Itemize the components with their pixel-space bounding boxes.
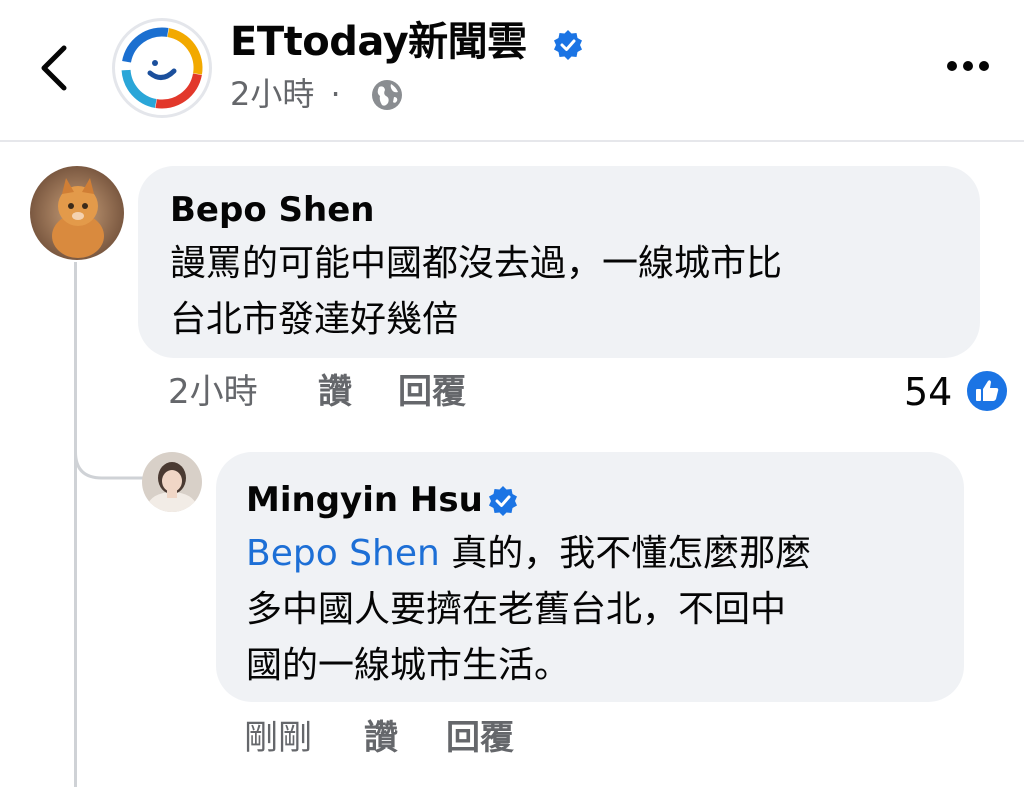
back-button[interactable]	[28, 36, 84, 100]
post-header: ETtoday新聞雲 2小時 ·	[0, 0, 1024, 142]
reply-line: 多中國人要擠在老舊台北，不回中	[246, 589, 787, 630]
like-action-button[interactable]: 讚	[364, 716, 398, 760]
reply-line: Bepo Shen 真的，我不懂怎麼那麼	[246, 526, 946, 582]
avatar-bepo-shen[interactable]	[30, 166, 124, 260]
person-avatar-image	[142, 452, 202, 512]
reply-time[interactable]: 剛剛	[244, 716, 312, 760]
reply-action-button[interactable]: 回覆	[446, 716, 514, 760]
like-thumb-icon	[964, 368, 1010, 414]
reply-line-text: 真的，我不懂怎麼那麼	[439, 533, 812, 574]
comment-bubble[interactable]: Bepo Shen 謾罵的可能中國都沒去過，一線城市比 台北市發達好幾倍	[138, 166, 980, 358]
comment-line: 台北市發達好幾倍	[170, 299, 459, 340]
page-name[interactable]: ETtoday新聞雲	[230, 16, 527, 68]
comment-line: 謾罵的可能中國都沒去過，一線城市比	[170, 243, 783, 284]
post-time-text: 2小時	[230, 75, 315, 113]
reply-line: 國的一線城市生活。	[246, 645, 571, 686]
comment-text: 謾罵的可能中國都沒去過，一線城市比 台北市發達好幾倍	[170, 236, 970, 348]
page-avatar[interactable]	[112, 18, 212, 118]
verified-badge-icon	[488, 486, 518, 516]
comment-author[interactable]: Bepo Shen	[170, 188, 374, 232]
like-action-button[interactable]: 讚	[318, 370, 352, 414]
cat-avatar-image	[30, 166, 124, 260]
mention-link[interactable]: Bepo Shen	[246, 533, 440, 574]
avatar-mingyin-hsu[interactable]	[142, 452, 202, 512]
reaction-count[interactable]: 54	[904, 370, 952, 414]
reply-action-button[interactable]: 回覆	[398, 370, 466, 414]
globe-icon	[370, 78, 404, 112]
reply-text: Bepo Shen 真的，我不懂怎麼那麼 多中國人要擠在老舊台北，不回中 國的一…	[246, 526, 946, 694]
reply-author[interactable]: Mingyin Hsu	[246, 478, 483, 522]
more-dots-icon	[947, 61, 989, 71]
separator-dot: ·	[330, 75, 341, 113]
chevron-left-icon	[41, 45, 67, 91]
thread-line	[74, 262, 77, 787]
comment-time[interactable]: 2小時	[168, 370, 258, 414]
reply-bubble[interactable]: Mingyin Hsu Bepo Shen 真的，我不懂怎麼那麼 多中國人要擠在…	[216, 452, 964, 702]
verified-badge-icon	[553, 30, 583, 60]
more-options-button[interactable]	[940, 46, 996, 86]
ettoday-logo-icon	[121, 27, 203, 109]
post-timestamp[interactable]: 2小時 ·	[230, 74, 341, 114]
